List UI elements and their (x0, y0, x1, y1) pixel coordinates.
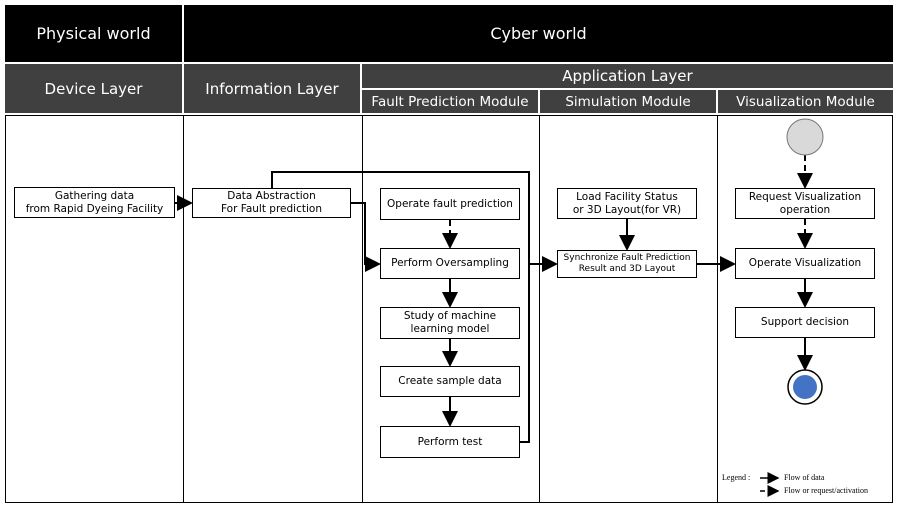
box-synchronize: Synchronize Fault Prediction Result and … (557, 250, 697, 278)
box-operate-visualization: Operate Visualization (735, 248, 875, 279)
box-study-ml-model: Study of machine learning model (380, 307, 520, 339)
legend-solid-label: Flow of data (784, 473, 825, 482)
box-support-decision: Support decision (735, 307, 875, 338)
box-create-sample-data: Create sample data (380, 366, 520, 397)
end-node-inner (793, 375, 817, 399)
box-perform-oversampling: Perform Oversampling (380, 248, 520, 279)
diagram: Physical world Cyber world Device Layer … (0, 0, 898, 510)
box-load-facility-status: Load Facility Status or 3D Layout(for VR… (557, 188, 697, 219)
box-gathering-data: Gathering data from Rapid Dyeing Facilit… (14, 187, 175, 218)
start-node (786, 118, 824, 156)
legend-dashed-label: Flow or request/activation (784, 486, 868, 495)
box-operate-fault-prediction: Operate fault prediction (380, 188, 520, 220)
box-request-visualization: Request Visualization operation (735, 188, 875, 219)
box-data-abstraction: Data Abstraction For Fault prediction (192, 188, 351, 218)
box-perform-test: Perform test (380, 426, 520, 458)
arrow-abstraction-oversampling (351, 202, 381, 272)
legend-title: Legend : (722, 473, 751, 482)
line-test-synchronize (520, 264, 530, 443)
